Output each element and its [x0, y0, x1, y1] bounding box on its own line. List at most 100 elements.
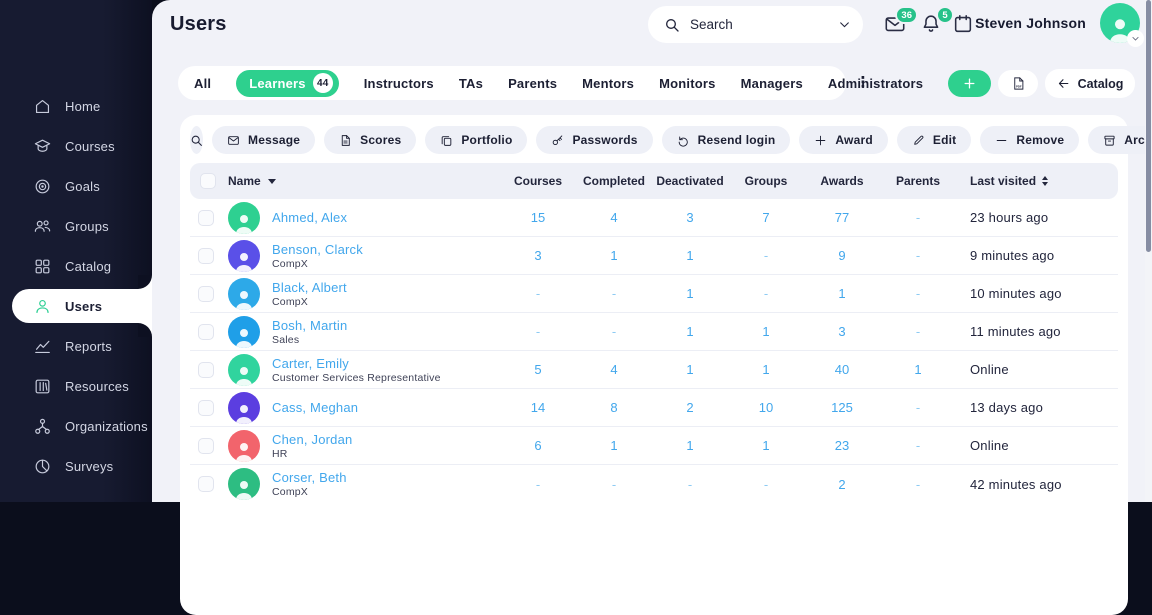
- table-row[interactable]: Cass, Meghan 14 8 2 10 125 - 13 days ago: [190, 389, 1118, 427]
- sidebar-item-reports[interactable]: Reports: [0, 326, 152, 366]
- user-name-link[interactable]: Carter, Emily: [272, 356, 500, 371]
- sidebar-item-resources[interactable]: Resources: [0, 366, 152, 406]
- table-row[interactable]: Black, Albert CompX - - 1 - 1 - 10 minutes ago: [190, 275, 1118, 313]
- courses-count[interactable]: 15: [500, 210, 576, 225]
- scrollbar-thumb[interactable]: [1146, 0, 1151, 252]
- table-row[interactable]: Chen, Jordan HR 6 1 1 1 23- Online: [190, 427, 1118, 465]
- table-search-button[interactable]: [190, 126, 203, 154]
- completed-count[interactable]: 8: [576, 400, 652, 415]
- column-header-parents[interactable]: Parents: [880, 174, 956, 188]
- sidebar-item-groups[interactable]: Groups: [0, 206, 152, 246]
- row-checkbox[interactable]: [198, 209, 214, 226]
- notifications-button[interactable]: 5: [920, 6, 954, 37]
- column-header-awards[interactable]: Awards: [804, 174, 880, 188]
- user-name-link[interactable]: Bosh, Martin: [272, 318, 500, 333]
- deactivated-count[interactable]: 3: [652, 210, 728, 225]
- tab-learners[interactable]: Learners 44: [236, 69, 339, 97]
- chevron-down-icon[interactable]: [838, 18, 851, 31]
- completed-count[interactable]: 4: [576, 362, 652, 377]
- tab-managers[interactable]: Managers: [741, 76, 803, 91]
- column-header-last-visited[interactable]: Last visited: [956, 174, 1106, 188]
- tab-tas[interactable]: TAs: [459, 76, 483, 91]
- tab-all[interactable]: All: [194, 76, 211, 91]
- parents-count[interactable]: 1: [880, 362, 956, 377]
- table-row[interactable]: Corser, Beth CompX - - - - 2 - 42 minutes ago: [190, 465, 1118, 503]
- export-pdf-button[interactable]: PDF: [998, 70, 1038, 97]
- table-row[interactable]: Benson, Clarck CompX 3 1 1-9-9 minutes ago: [190, 237, 1118, 275]
- user-name-link[interactable]: Cass, Meghan: [272, 400, 500, 415]
- row-checkbox[interactable]: [198, 323, 214, 340]
- select-all-checkbox[interactable]: [200, 173, 216, 189]
- awards-count[interactable]: 40: [804, 362, 880, 377]
- add-user-button[interactable]: [948, 70, 991, 97]
- awards-count[interactable]: 1: [804, 286, 880, 301]
- scrollbar-track[interactable]: [1145, 0, 1152, 502]
- user-name-link[interactable]: Black, Albert: [272, 280, 500, 295]
- column-header-completed[interactable]: Completed: [576, 174, 652, 188]
- sidebar-item-surveys[interactable]: Surveys: [0, 446, 152, 486]
- user-name-link[interactable]: Chen, Jordan: [272, 432, 500, 447]
- passwords-button[interactable]: Passwords: [536, 126, 653, 154]
- column-header-deactivated[interactable]: Deactivated: [652, 174, 728, 188]
- search-input[interactable]: Search: [648, 6, 863, 43]
- tab-administrators[interactable]: Administrators: [828, 76, 923, 91]
- row-checkbox[interactable]: [198, 247, 214, 264]
- table-row[interactable]: Carter, Emily Customer Services Represent…: [190, 351, 1118, 389]
- message-button[interactable]: Message: [212, 126, 316, 154]
- courses-count[interactable]: 14: [500, 400, 576, 415]
- sidebar-item-courses[interactable]: Courses: [0, 126, 152, 166]
- user-name-link[interactable]: Ahmed, Alex: [272, 210, 500, 225]
- awards-count[interactable]: 3: [804, 324, 880, 339]
- awards-count[interactable]: 77: [804, 210, 880, 225]
- deactivated-count[interactable]: 1: [652, 286, 728, 301]
- row-checkbox[interactable]: [198, 361, 214, 378]
- scores-button[interactable]: Scores: [324, 126, 417, 154]
- more-tabs-button[interactable]: ⋮: [854, 73, 872, 93]
- edit-button[interactable]: Edit: [896, 126, 972, 154]
- sidebar-item-home[interactable]: Home: [0, 86, 152, 126]
- deactivated-count[interactable]: 2: [652, 400, 728, 415]
- table-row[interactable]: Ahmed, Alex 15 4 3 7 77-23 hours ago: [190, 199, 1118, 237]
- calendar-button[interactable]: [952, 13, 976, 37]
- award-button[interactable]: Award: [799, 126, 888, 154]
- row-checkbox[interactable]: [198, 399, 214, 416]
- column-header-courses[interactable]: Courses: [500, 174, 576, 188]
- resend-login-button[interactable]: Resend login: [661, 126, 791, 154]
- profile-menu[interactable]: Steven Johnson: [975, 0, 1144, 47]
- groups-count[interactable]: 1: [728, 324, 804, 339]
- column-header-name[interactable]: Name: [228, 174, 500, 188]
- avatar[interactable]: [1100, 3, 1144, 47]
- sidebar-item-catalog[interactable]: Catalog: [0, 246, 152, 286]
- awards-count[interactable]: 2: [804, 477, 880, 492]
- sidebar-item-users[interactable]: Users: [12, 275, 152, 337]
- tab-monitors[interactable]: Monitors: [659, 76, 715, 91]
- completed-count[interactable]: 1: [576, 248, 652, 263]
- sidebar-item-organizations[interactable]: Organizations: [0, 406, 152, 446]
- portfolio-button[interactable]: Portfolio: [425, 126, 528, 154]
- tab-parents[interactable]: Parents: [508, 76, 557, 91]
- row-checkbox[interactable]: [198, 285, 214, 302]
- awards-count[interactable]: 125: [804, 400, 880, 415]
- deactivated-count[interactable]: 1: [652, 362, 728, 377]
- deactivated-count[interactable]: 1: [652, 438, 728, 453]
- completed-count[interactable]: 1: [576, 438, 652, 453]
- groups-count[interactable]: 7: [728, 210, 804, 225]
- user-name-link[interactable]: Benson, Clarck: [272, 242, 500, 257]
- user-name-link[interactable]: Corser, Beth: [272, 470, 500, 485]
- awards-count[interactable]: 23: [804, 438, 880, 453]
- column-header-groups[interactable]: Groups: [728, 174, 804, 188]
- courses-count[interactable]: 6: [500, 438, 576, 453]
- groups-count[interactable]: 1: [728, 438, 804, 453]
- messages-button[interactable]: 36: [884, 6, 918, 37]
- table-row[interactable]: Bosh, Martin Sales - -1 1 3-11 minutes ago: [190, 313, 1118, 351]
- remove-button[interactable]: Remove: [980, 126, 1080, 154]
- deactivated-count[interactable]: 1: [652, 324, 728, 339]
- awards-count[interactable]: 9: [804, 248, 880, 263]
- back-to-catalog-button[interactable]: Catalog: [1045, 69, 1135, 98]
- profile-chevron[interactable]: [1127, 30, 1144, 47]
- courses-count[interactable]: 3: [500, 248, 576, 263]
- completed-count[interactable]: 4: [576, 210, 652, 225]
- groups-count[interactable]: 1: [728, 362, 804, 377]
- courses-count[interactable]: 5: [500, 362, 576, 377]
- archive-button[interactable]: Archive: [1088, 126, 1152, 154]
